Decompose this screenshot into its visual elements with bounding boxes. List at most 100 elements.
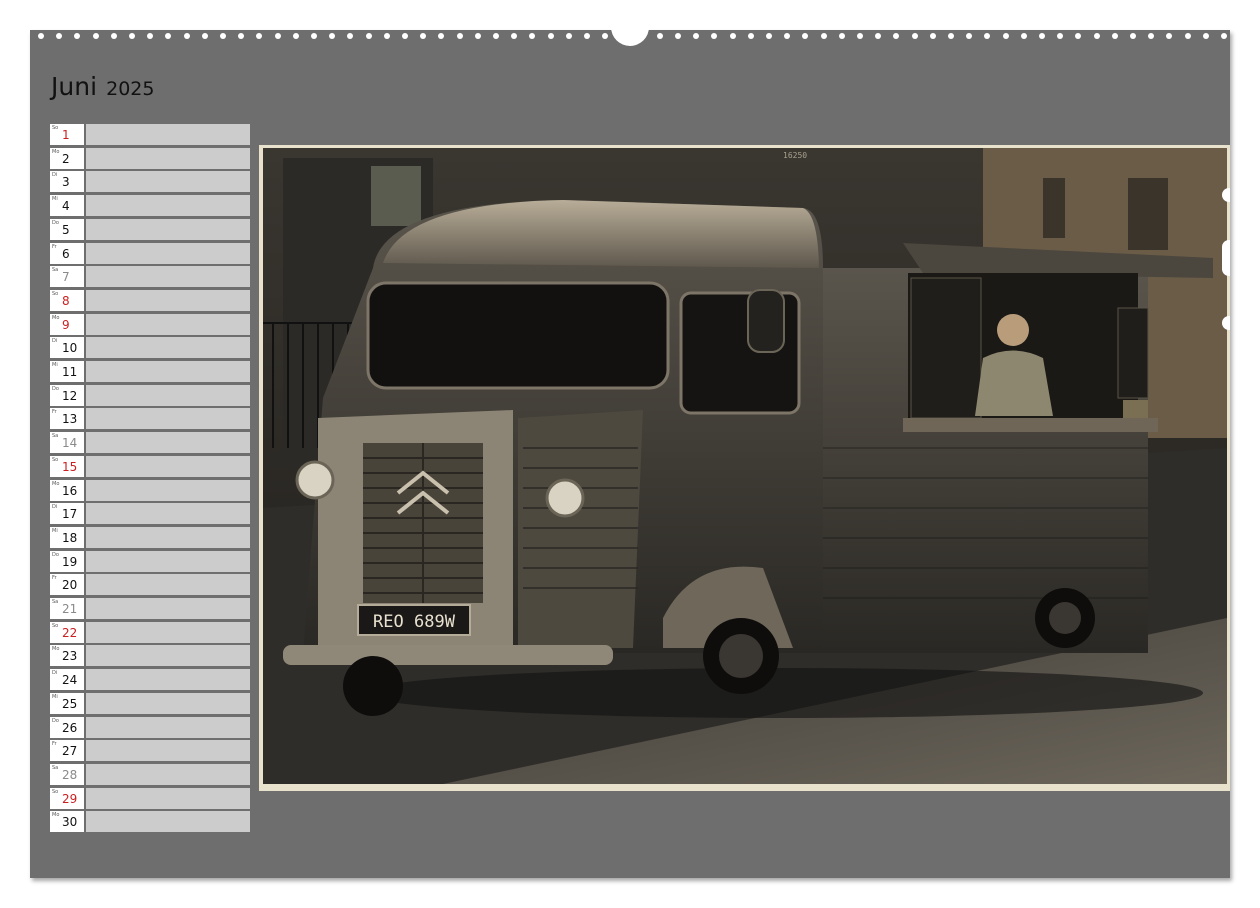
- note-field[interactable]: [86, 621, 250, 643]
- day-number-cell: Do 5: [50, 218, 84, 240]
- note-field[interactable]: [86, 716, 250, 738]
- note-field[interactable]: [86, 242, 250, 264]
- side-ring-3: [1222, 316, 1230, 330]
- note-field[interactable]: [86, 740, 250, 762]
- license-plate-text: REO 689W: [373, 612, 456, 632]
- note-field[interactable]: [86, 550, 250, 572]
- binding-hole: [1020, 33, 1027, 39]
- weekday-abbr: So: [52, 290, 59, 297]
- day-number-cell: Sa 21: [50, 598, 84, 619]
- side-ring-2: [1222, 240, 1230, 276]
- day-row: Sa 28: [50, 763, 250, 785]
- binding-hole: [129, 33, 135, 39]
- note-field[interactable]: [86, 195, 250, 217]
- binding-hole: [766, 33, 772, 39]
- day-number-cell: Fr 20: [50, 574, 84, 596]
- binding-hole: [74, 33, 81, 39]
- weekday-abbr: Mi: [52, 362, 58, 368]
- note-field[interactable]: [86, 669, 250, 691]
- day-row: Mo 16: [50, 479, 250, 501]
- note-field[interactable]: [86, 289, 250, 311]
- note-field[interactable]: [86, 147, 250, 169]
- note-field[interactable]: [86, 313, 250, 335]
- note-field[interactable]: [86, 479, 250, 501]
- binding-hole: [1002, 33, 1009, 39]
- binding-hole: [1202, 33, 1209, 39]
- day-number-cell: Di 17: [50, 503, 84, 525]
- weekday-abbr: Mo: [52, 646, 60, 653]
- note-field[interactable]: [86, 432, 250, 454]
- weekday-abbr: Mi: [52, 527, 58, 534]
- day-number: 8: [62, 293, 70, 308]
- weekday-abbr: Di: [52, 504, 58, 511]
- front-bumper: [283, 645, 613, 665]
- day-number: 23: [62, 649, 78, 664]
- binding-hole: [693, 33, 700, 39]
- day-row: So 22: [50, 621, 250, 643]
- binding-hole: [966, 33, 973, 39]
- day-number: 12: [62, 388, 78, 403]
- note-field[interactable]: [86, 124, 250, 145]
- note-field[interactable]: [86, 361, 250, 382]
- weekday-abbr: Mo: [52, 812, 60, 819]
- note-field[interactable]: [86, 574, 250, 596]
- binding-hole: [911, 33, 918, 39]
- day-row: Sa 21: [50, 598, 250, 619]
- day-row: Fr 20: [50, 574, 250, 596]
- day-number: 27: [62, 744, 78, 759]
- note-field[interactable]: [86, 598, 250, 619]
- binding-hole: [948, 33, 954, 39]
- note-field[interactable]: [86, 455, 250, 477]
- binding-hole: [820, 33, 827, 39]
- weekday-abbr: Sa: [52, 599, 59, 605]
- day-number-cell: So 29: [50, 787, 84, 809]
- day-row: Sa 7: [50, 266, 250, 288]
- binding-hole: [92, 33, 99, 39]
- day-number: 17: [62, 507, 78, 522]
- binding-hole: [110, 33, 117, 39]
- note-field[interactable]: [86, 811, 250, 833]
- binding-hole: [420, 33, 427, 39]
- day-row: Di 17: [50, 503, 250, 525]
- day-row: So 8: [50, 289, 250, 311]
- binding-hole: [329, 33, 336, 39]
- day-number: 4: [62, 199, 70, 214]
- day-number-cell: Fr 13: [50, 408, 84, 430]
- day-number: 1: [62, 128, 70, 142]
- day-number: 20: [62, 578, 78, 593]
- weekday-abbr: Sa: [52, 433, 59, 440]
- day-row: Mi 4: [50, 195, 250, 217]
- binding-hole: [656, 33, 663, 39]
- day-number: 10: [62, 341, 78, 356]
- day-number-cell: Sa 14: [50, 432, 84, 454]
- note-field[interactable]: [86, 384, 250, 406]
- note-field[interactable]: [86, 337, 250, 359]
- day-number-cell: Mi 25: [50, 692, 84, 714]
- weekday-abbr: Di: [52, 338, 58, 345]
- day-row: Mi 11: [50, 361, 250, 382]
- day-row: Fr 6: [50, 242, 250, 264]
- note-field[interactable]: [86, 763, 250, 785]
- year-label: 2025: [106, 78, 155, 100]
- day-number-cell: Mo 9: [50, 313, 84, 335]
- day-row: Mo 30: [50, 811, 250, 833]
- weekday-abbr: Fr: [52, 243, 57, 250]
- day-number-cell: Mi 18: [50, 526, 84, 548]
- note-field[interactable]: [86, 692, 250, 714]
- note-field[interactable]: [86, 218, 250, 240]
- day-number: 7: [62, 270, 70, 285]
- note-field[interactable]: [86, 787, 250, 809]
- weekday-abbr: Mo: [52, 314, 60, 321]
- note-field[interactable]: [86, 526, 250, 548]
- note-field[interactable]: [86, 645, 250, 667]
- binding-hole: [1130, 33, 1136, 39]
- note-field[interactable]: [86, 408, 250, 430]
- day-number: 24: [62, 673, 78, 688]
- note-field[interactable]: [86, 171, 250, 193]
- day-number-cell: Mi 11: [50, 361, 84, 382]
- day-number: 15: [62, 459, 78, 474]
- day-number: 28: [62, 767, 78, 782]
- note-field[interactable]: [86, 266, 250, 288]
- note-field[interactable]: [86, 503, 250, 525]
- vendor-head: [997, 314, 1029, 346]
